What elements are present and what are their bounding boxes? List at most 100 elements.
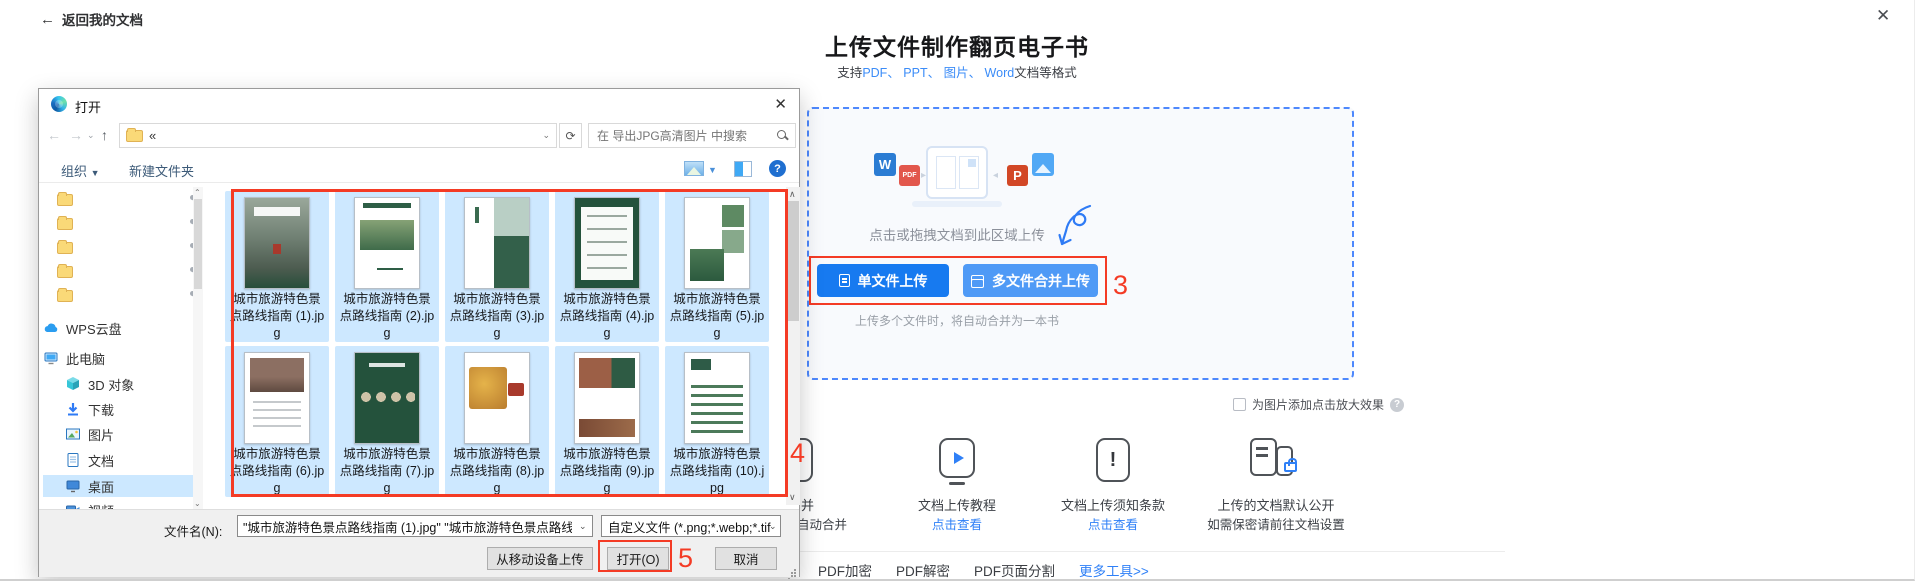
scrollbar-thumb[interactable] bbox=[194, 199, 202, 289]
annotation-box-step4 bbox=[231, 189, 788, 497]
play-icon bbox=[953, 452, 964, 464]
sidebar-folder[interactable] bbox=[43, 261, 203, 283]
multi-file-upload-label: 多文件合并上传 bbox=[992, 272, 1090, 289]
tool-pdf-split[interactable]: PDF页面分割 bbox=[974, 560, 1055, 579]
sidebar-label: 3D 对象 bbox=[88, 377, 135, 393]
scrollbar-thumb[interactable] bbox=[787, 201, 799, 321]
organize-chevron-icon: ▼ bbox=[90, 168, 100, 178]
cancel-button[interactable]: 取消 bbox=[715, 547, 777, 570]
folder-icon bbox=[57, 240, 73, 254]
tool-pdf-decrypt[interactable]: PDF解密 bbox=[896, 560, 950, 579]
back-to-my-docs-link[interactable]: ← 返回我的文档 bbox=[40, 9, 143, 29]
nav-forward-icon[interactable]: → bbox=[69, 127, 83, 143]
sidebar-item-desktop[interactable]: 桌面 bbox=[43, 475, 203, 497]
computer-icon bbox=[44, 352, 58, 365]
info-icon[interactable]: ? bbox=[1390, 397, 1405, 412]
word-file-icon: W bbox=[874, 153, 896, 176]
lock-icon bbox=[1284, 458, 1297, 472]
merge-hint-text: 上传多个文件时，将自动合并为一本书 bbox=[854, 314, 1059, 328]
sidebar-folder[interactable] bbox=[43, 285, 203, 307]
breadcrumb-text: « bbox=[149, 128, 157, 143]
breadcrumb-chevron-icon[interactable]: ⌄ bbox=[542, 130, 550, 141]
mobile-upload-button[interactable]: 从移动设备上传 bbox=[487, 547, 593, 570]
back-label: 返回我的文档 bbox=[62, 13, 143, 28]
annotation-number-3: 3 bbox=[1113, 270, 1129, 300]
annotation-number-4: 4 bbox=[790, 438, 806, 468]
refresh-button[interactable]: ⟳ bbox=[559, 123, 582, 148]
sidebar-label: 此电脑 bbox=[66, 351, 106, 367]
scroll-down-icon[interactable]: ⌄ bbox=[194, 499, 201, 508]
filename-label: 文件名(N): bbox=[164, 525, 223, 539]
sidebar-item-pictures[interactable]: 图片 bbox=[43, 423, 203, 445]
image-file-icon bbox=[1032, 153, 1054, 176]
dialog-close-icon[interactable]: ✕ bbox=[774, 95, 787, 113]
chevron-left-icon: ◂ bbox=[993, 170, 999, 181]
sidebar-folder[interactable] bbox=[43, 189, 203, 211]
multi-file-merge-upload-button[interactable]: 多文件合并上传 bbox=[963, 264, 1098, 297]
privacy-doc-icon bbox=[1250, 438, 1277, 476]
annotation-box-step5 bbox=[598, 540, 672, 572]
search-icon bbox=[776, 129, 789, 142]
nav-back-icon[interactable]: ← bbox=[47, 127, 61, 143]
nav-history-chevron-icon[interactable]: ⌄ bbox=[87, 130, 95, 141]
edge-browser-icon bbox=[51, 96, 67, 112]
zoom-option-row: 为图片添加点击放大效果 ? bbox=[1233, 396, 1405, 413]
cloud-icon bbox=[44, 323, 58, 332]
zoom-checkbox[interactable] bbox=[1233, 398, 1246, 411]
address-breadcrumb[interactable]: « ⌄ bbox=[119, 123, 557, 148]
sidebar-item-wps-cloud[interactable]: WPS云盘 bbox=[43, 317, 203, 339]
thumbnail-view-icon[interactable] bbox=[684, 161, 704, 176]
sidebar-item-documents[interactable]: 文档 bbox=[43, 449, 203, 471]
subtitle-suffix: 文档等格式 bbox=[1014, 66, 1077, 80]
filetype-select[interactable]: 自定义文件 (*.png;*.webp;*.tif bbox=[601, 515, 781, 537]
sidebar-item-this-pc[interactable]: 此电脑 bbox=[43, 347, 203, 369]
more-tools-link[interactable]: 更多工具>> bbox=[1079, 560, 1149, 579]
pdf-tools-row: PDF加密 PDF解密 PDF页面分割 更多工具>> bbox=[818, 560, 1149, 579]
merge-files-icon bbox=[971, 274, 984, 288]
tutorial-monitor-icon bbox=[939, 438, 975, 478]
terms-exclamation-icon: ! bbox=[1096, 438, 1130, 482]
scroll-up-icon[interactable]: ∧ bbox=[789, 189, 796, 200]
sidebar-folder[interactable] bbox=[43, 237, 203, 259]
dialog-titlebar[interactable]: 打开 ✕ bbox=[39, 89, 799, 119]
flipbook-upload-page: ← 返回我的文档 ✕ 上传文件制作翻页电子书 支持PDF、 PPT、 图片、 W… bbox=[0, 0, 1915, 581]
preview-pane-icon[interactable] bbox=[734, 161, 752, 177]
resize-grip[interactable] bbox=[788, 566, 796, 574]
dialog-search-input[interactable] bbox=[589, 124, 795, 147]
single-file-upload-label: 单文件上传 bbox=[857, 272, 928, 289]
sidebar-item-downloads[interactable]: 下载 bbox=[43, 398, 203, 420]
filename-input[interactable] bbox=[237, 515, 593, 537]
new-folder-button[interactable]: 新建文件夹 bbox=[129, 161, 194, 180]
subtitle-formats: PDF、 PPT、 图片、 Word bbox=[862, 66, 1015, 80]
folder-icon bbox=[57, 216, 73, 230]
filename-chevron-icon[interactable]: ⌄ bbox=[579, 521, 587, 532]
help-icon[interactable]: ? bbox=[769, 160, 786, 177]
dialog-title: 打开 bbox=[75, 100, 102, 115]
pdf-file-icon: PDF bbox=[899, 165, 920, 186]
view-options-chevron-icon[interactable]: ▼ bbox=[708, 165, 717, 175]
single-file-upload-button[interactable]: 单文件上传 bbox=[817, 264, 949, 297]
laptop-base bbox=[912, 201, 1002, 207]
tool-pdf-encrypt[interactable]: PDF加密 bbox=[818, 560, 872, 579]
picture-icon bbox=[66, 428, 80, 440]
page-title: 上传文件制作翻页电子书 bbox=[825, 34, 1089, 60]
page-close-icon[interactable]: ✕ bbox=[1876, 6, 1890, 26]
privacy-line1: 上传的文档默认公开 bbox=[1217, 498, 1335, 513]
scroll-down-icon[interactable]: ∨ bbox=[789, 492, 796, 503]
desktop-icon bbox=[66, 480, 80, 493]
cube-icon bbox=[67, 377, 79, 390]
document-icon bbox=[67, 453, 79, 467]
sidebar-item-3d-objects[interactable]: 3D 对象 bbox=[43, 373, 203, 395]
privacy-line2: 如需保密请前往文档设置 bbox=[1207, 518, 1345, 532]
sidebar-label: WPS云盘 bbox=[66, 321, 122, 337]
nav-up-icon[interactable]: ↑ bbox=[101, 127, 108, 143]
dialog-search-box bbox=[588, 123, 796, 148]
scroll-up-icon[interactable]: ⌃ bbox=[194, 188, 201, 197]
folder-icon bbox=[57, 264, 73, 278]
back-arrow-icon: ← bbox=[40, 10, 55, 28]
sidebar-folder[interactable] bbox=[43, 213, 203, 235]
sidebar-scrollbar[interactable]: ⌃ ⌄ bbox=[193, 187, 203, 509]
hand-drawn-cursor-doodle bbox=[1058, 204, 1092, 246]
organize-menu[interactable]: 组织 ▼ bbox=[61, 161, 100, 180]
filetype-chevron-icon[interactable]: ⌄ bbox=[769, 521, 777, 532]
